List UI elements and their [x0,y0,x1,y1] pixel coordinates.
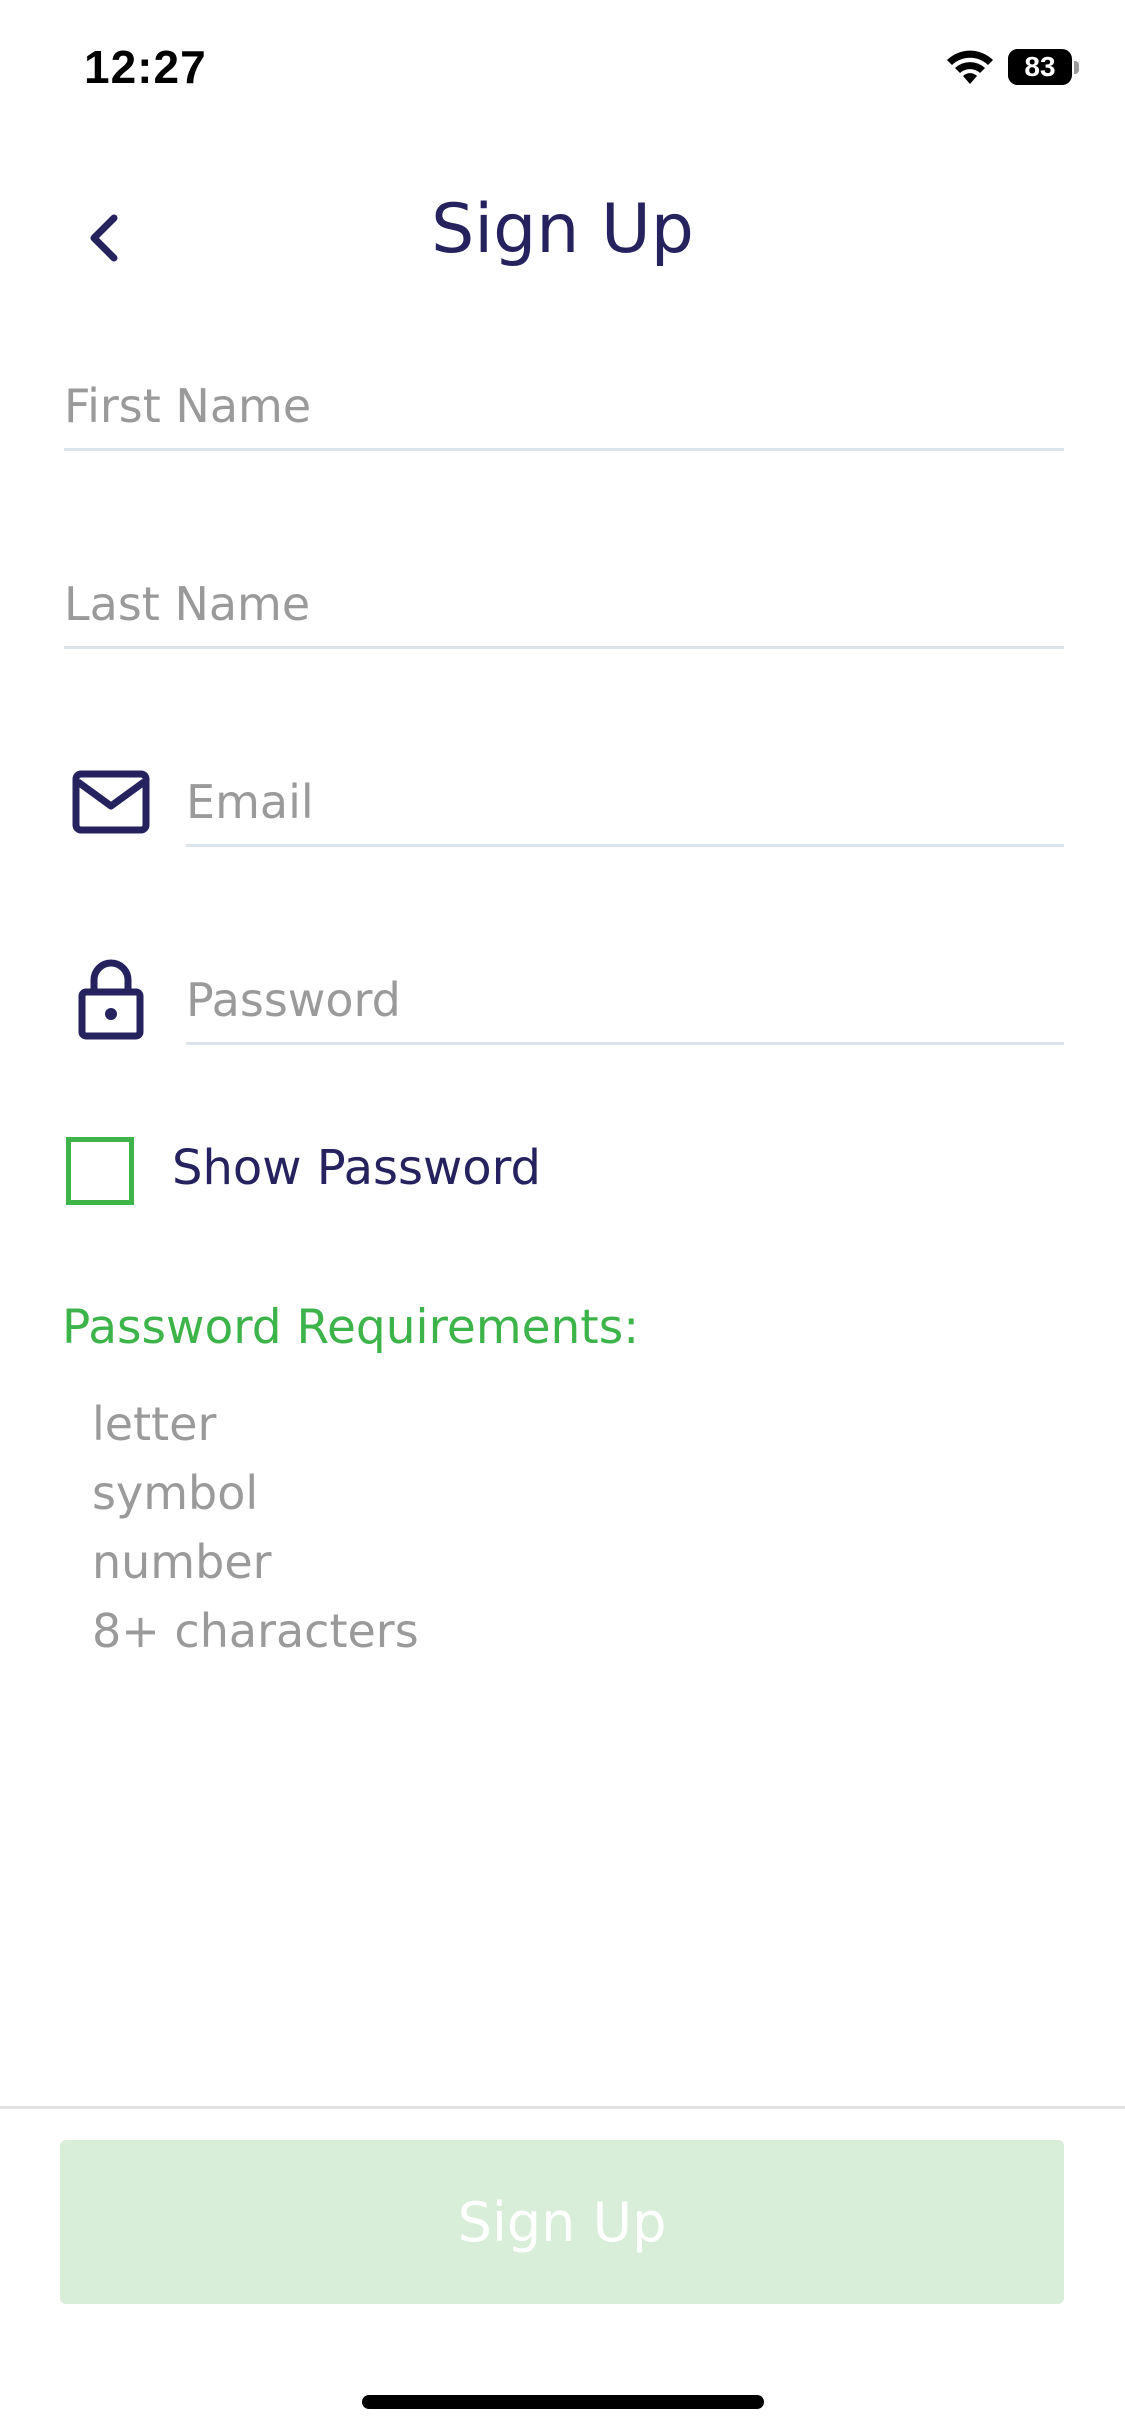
last-name-field[interactable] [64,566,1064,649]
envelope-icon [72,770,150,834]
page-title: Sign Up [431,190,694,269]
email-field[interactable] [186,764,1064,847]
email-input[interactable] [186,764,1064,840]
password-requirements-list: letter symbol number 8+ characters [92,1390,419,1666]
first-name-field[interactable] [64,368,1064,451]
home-indicator[interactable] [362,2395,764,2409]
requirement-letter: letter [92,1397,217,1451]
footer-divider [0,2106,1125,2109]
password-requirements-title: Password Requirements: [62,1300,640,1355]
last-name-input[interactable] [64,566,1064,642]
battery-icon: 83 [1008,49,1080,87]
signup-button[interactable]: Sign Up [60,2140,1064,2304]
wifi-icon [947,50,993,84]
battery-cap [1074,61,1079,74]
lock-icon [78,959,144,1040]
requirement-length: 8+ characters [92,1604,419,1658]
battery-body: 83 [1008,49,1072,85]
password-field[interactable] [186,962,1064,1045]
first-name-input[interactable] [64,368,1064,444]
signup-screen: 12:27 83 Sign Up First Name Last Name Em… [0,0,1125,2436]
status-time: 12:27 [84,41,207,93]
show-password-checkbox[interactable] [66,1137,134,1205]
battery-percentage: 83 [1024,51,1056,82]
requirement-number: number [92,1535,272,1589]
password-input[interactable] [186,962,1064,1038]
status-bar: 12:27 83 [0,0,1125,140]
show-password-label[interactable]: Show Password [172,1140,541,1196]
requirement-symbol: symbol [92,1466,259,1520]
